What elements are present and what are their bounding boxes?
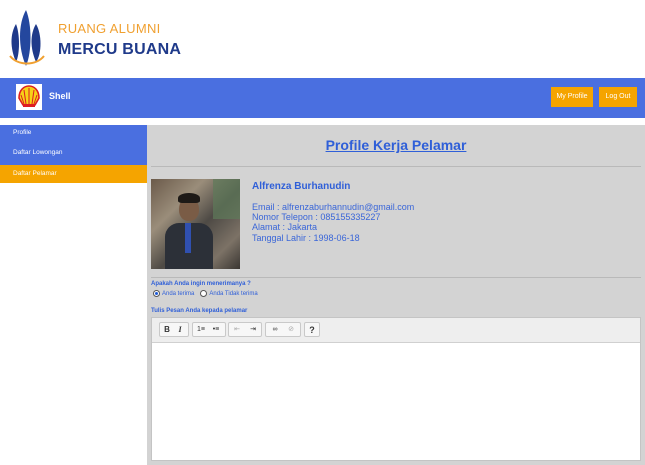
sidebar: Profile Daftar Lowongan Daftar Pelamar [0, 125, 147, 183]
main-content: Profile Kerja Pelamar Alfrenza Burhanudi… [147, 125, 645, 465]
company-name: Shell [49, 91, 71, 101]
divider [151, 166, 641, 167]
accept-radio-label[interactable]: Anda terima [162, 291, 194, 297]
page-title: Profile Kerja Pelamar [325, 137, 467, 153]
accept-options: Anda terima Anda Tidak terima [153, 290, 264, 297]
applicant-address: Alamat : Jakarta [252, 222, 318, 232]
indent-icon[interactable]: ⇥ [246, 323, 260, 337]
logout-button[interactable]: Log Out [599, 87, 637, 107]
message-label: Tulis Pesan Anda kepada pelamar [151, 308, 248, 314]
shell-logo-icon [16, 84, 42, 110]
accept-question: Apakah Anda ingin menerimanya ? [151, 281, 251, 287]
link-icon[interactable]: ∞ [267, 323, 283, 337]
divider [151, 277, 641, 278]
sidebar-item-daftar-lowongan[interactable]: Daftar Lowongan [0, 145, 147, 161]
message-editor[interactable]: B I 1≡ •≡ ⇤ ⇥ ∞ ⊘ ? [151, 317, 641, 461]
accept-radio[interactable] [153, 290, 160, 297]
applicant-email: Email : alfrenzaburhannudin@gmail.com [252, 202, 415, 212]
site-header: RUANG ALUMNI MERCU BUANA [0, 0, 645, 78]
ordered-list-icon[interactable]: 1≡ [194, 323, 208, 337]
brand-line-1: RUANG ALUMNI [58, 21, 161, 36]
applicant-phone: Nomor Telepon : 085155335227 [252, 212, 381, 222]
bold-icon[interactable]: B [161, 323, 173, 337]
reject-radio-label[interactable]: Anda Tidak terima [209, 291, 257, 297]
editor-toolbar: B I 1≡ •≡ ⇤ ⇥ ∞ ⊘ ? [152, 318, 640, 343]
unlink-icon[interactable]: ⊘ [284, 323, 298, 337]
mercu-buana-logo-icon [9, 10, 45, 66]
applicant-name: Alfrenza Burhanudin [252, 181, 351, 192]
italic-icon[interactable]: I [174, 323, 186, 337]
sidebar-item-profile[interactable]: Profile [0, 125, 147, 141]
brand-line-2: MERCU BUANA [58, 41, 182, 58]
my-profile-button[interactable]: My Profile [551, 87, 593, 107]
applicant-birthdate: Tanggal Lahir : 1998-06-18 [252, 233, 360, 243]
unordered-list-icon[interactable]: •≡ [209, 323, 223, 337]
outdent-icon[interactable]: ⇤ [230, 323, 244, 337]
applicant-photo [151, 179, 240, 269]
reject-radio[interactable] [200, 290, 208, 297]
top-navbar: Shell My Profile Log Out [0, 78, 645, 118]
sidebar-item-daftar-pelamar[interactable]: Daftar Pelamar [0, 165, 147, 183]
help-icon[interactable]: ? [306, 323, 318, 337]
